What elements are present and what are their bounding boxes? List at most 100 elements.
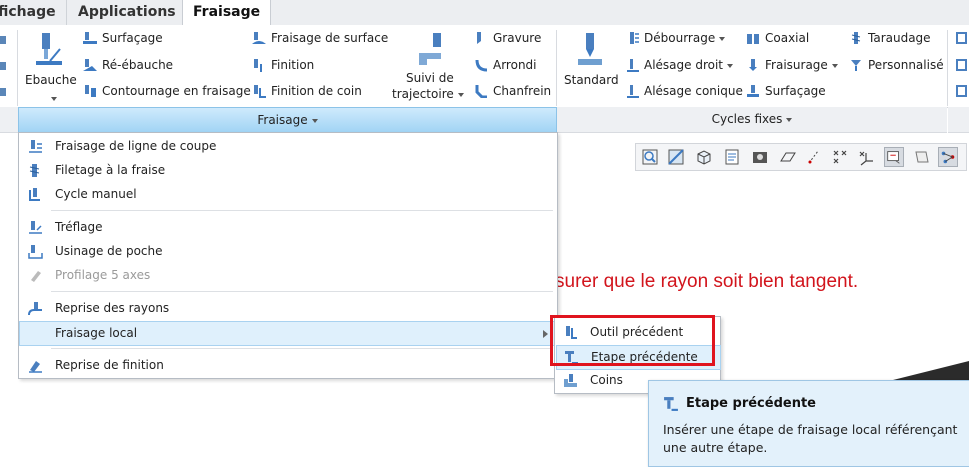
ribbon-panel: Ebauche Surfaçage Ré-ébauche Contournage… bbox=[0, 25, 969, 108]
partial-tool-icon[interactable] bbox=[0, 33, 14, 47]
coaxial-button[interactable]: Coaxial bbox=[765, 31, 809, 45]
chanfrein-button[interactable]: Chanfrein bbox=[493, 84, 551, 98]
chanfrein-icon bbox=[475, 85, 487, 98]
ribbon-separator bbox=[17, 30, 18, 106]
ribbon-separator-2 bbox=[556, 30, 557, 106]
suivi-trajectoire-button[interactable]: Suivi de trajectoire bbox=[392, 29, 464, 103]
ligne-coupe-icon bbox=[29, 140, 42, 153]
red-highlight-box bbox=[550, 315, 715, 366]
coaxial-icon bbox=[747, 34, 759, 44]
tooltip-body: Insérer une étape de fraisage local réfé… bbox=[663, 422, 958, 455]
fraisurage-button[interactable]: Fraisurage bbox=[765, 58, 838, 72]
cube-view-icon[interactable] bbox=[694, 147, 714, 167]
saved-views-icon[interactable] bbox=[722, 147, 742, 167]
standard-label: Standard bbox=[564, 73, 619, 87]
menu-item-fraisage-local[interactable]: Fraisage local bbox=[19, 321, 557, 346]
menu-separator bbox=[51, 210, 553, 211]
menu-label: Fraisage de ligne de coupe bbox=[55, 139, 217, 153]
coins-icon bbox=[564, 374, 577, 387]
suivi-label-2: trajectoire bbox=[392, 87, 464, 101]
personnalise-button[interactable]: Personnalisé bbox=[868, 58, 944, 72]
fraisurage-icon bbox=[749, 59, 757, 71]
menu-item-reprise-rayons[interactable]: Reprise des rayons bbox=[20, 297, 556, 320]
zoom-icon[interactable] bbox=[640, 147, 660, 167]
menu-item-reprise-finition[interactable]: Reprise de finition bbox=[20, 354, 556, 377]
refit-icon[interactable] bbox=[666, 147, 686, 167]
arrondi-icon bbox=[475, 59, 488, 72]
fraisage-surface-icon bbox=[252, 32, 266, 44]
reprise-rayons-icon bbox=[28, 302, 42, 316]
menu-label: Filetage à la fraise bbox=[55, 163, 166, 177]
display-style-icon[interactable] bbox=[750, 147, 770, 167]
contournage-button[interactable]: Contournage en fraisage bbox=[102, 84, 251, 98]
menu-item-cycle-manuel[interactable]: Cycle manuel bbox=[20, 183, 556, 206]
group-fraisage-dropdown[interactable]: Fraisage bbox=[18, 107, 557, 134]
tab-affichage[interactable]: fichage bbox=[0, 0, 67, 25]
overflow-tool-icon-2[interactable] bbox=[954, 58, 968, 72]
group-cycles-fixes-dropdown[interactable]: Cycles fixes bbox=[557, 107, 947, 133]
standard-icon bbox=[578, 33, 602, 65]
orient-mode-icon[interactable] bbox=[938, 147, 958, 167]
alesage-conique-icon bbox=[627, 85, 639, 98]
datum-axis-icon[interactable] bbox=[804, 147, 824, 167]
contournage-icon bbox=[85, 85, 96, 97]
taraudage-button[interactable]: Taraudage bbox=[868, 31, 931, 45]
datum-points-icon[interactable] bbox=[830, 147, 850, 167]
personnalise-icon bbox=[851, 60, 861, 71]
annotation-text: surer que le rayon soit bien tangent. bbox=[555, 271, 859, 292]
gravure-icon bbox=[477, 32, 481, 44]
submenu-label: Coins bbox=[590, 373, 623, 387]
tooltip-etape-precedente: Etape précédente Insérer une étape de fr… bbox=[648, 380, 969, 467]
alesage-droit-button[interactable]: Alésage droit bbox=[644, 58, 734, 72]
tab-fraisage[interactable]: Fraisage bbox=[182, 0, 272, 26]
overflow-tool-icon-3[interactable] bbox=[954, 84, 968, 98]
standard-button[interactable]: Standard bbox=[562, 29, 620, 99]
menu-item-filetage-fraise[interactable]: Filetage à la fraise bbox=[20, 159, 556, 182]
alesage-droit-icon bbox=[627, 59, 639, 72]
menu-item-treflage[interactable]: Tréflage bbox=[20, 216, 556, 239]
suivi-trajectoire-icon bbox=[419, 33, 441, 65]
submenu-arrow-icon bbox=[543, 330, 548, 338]
re-ebauche-button[interactable]: Ré-ébauche bbox=[102, 58, 173, 72]
reprise-finition-icon bbox=[29, 361, 42, 373]
annotation-display-icon[interactable] bbox=[884, 147, 904, 167]
ribbon-tab-bar: fichage Applications Fraisage bbox=[0, 0, 969, 26]
profilage-5-axes-icon bbox=[31, 271, 41, 282]
arrondi-button[interactable]: Arrondi bbox=[493, 58, 537, 72]
group-bar-left bbox=[0, 107, 18, 133]
coordinate-system-icon[interactable] bbox=[856, 147, 876, 167]
fraisage-dropdown-menu: Fraisage de ligne de coupe Filetage à la… bbox=[18, 132, 558, 379]
group-bar-right bbox=[948, 107, 969, 133]
menu-separator bbox=[51, 291, 553, 292]
suivi-label-1: Suivi de bbox=[406, 71, 454, 85]
taraudage-icon bbox=[851, 32, 861, 44]
partial-tool-icon-2[interactable] bbox=[0, 59, 14, 73]
surfacage-cycle-icon bbox=[747, 85, 759, 97]
menu-item-fraisage-ligne-coupe[interactable]: Fraisage de ligne de coupe bbox=[20, 135, 556, 158]
menu-item-profilage-5-axes: Profilage 5 axes bbox=[20, 264, 556, 287]
menu-label: Tréflage bbox=[55, 220, 103, 234]
usinage-poche-icon bbox=[28, 245, 43, 259]
surfacage-cycle-button[interactable]: Surfaçage bbox=[765, 84, 826, 98]
partial-tool-icon-3[interactable] bbox=[0, 85, 14, 99]
overflow-tool-icon[interactable] bbox=[954, 31, 968, 45]
surfacage-button[interactable]: Surfaçage bbox=[102, 31, 163, 45]
graphics-toolbar bbox=[635, 143, 967, 171]
ebauche-button[interactable]: Ebauche bbox=[22, 29, 78, 103]
spin-center-icon[interactable] bbox=[912, 147, 932, 167]
finition-coin-button[interactable]: Finition de coin bbox=[271, 84, 362, 98]
ebauche-icon bbox=[36, 33, 62, 65]
datum-plane-icon[interactable] bbox=[778, 147, 798, 167]
menu-label: Reprise de finition bbox=[55, 358, 164, 372]
gravure-button[interactable]: Gravure bbox=[493, 31, 541, 45]
menu-label: Reprise des rayons bbox=[55, 301, 170, 315]
treflage-icon bbox=[29, 221, 42, 234]
debourrage-button[interactable]: Débourrage bbox=[644, 31, 726, 45]
fraisage-surface-button[interactable]: Fraisage de surface bbox=[271, 31, 388, 45]
menu-label: Usinage de poche bbox=[55, 244, 163, 258]
finition-button[interactable]: Finition bbox=[271, 58, 314, 72]
menu-label: Fraisage local bbox=[55, 326, 138, 340]
tab-applications[interactable]: Applications bbox=[68, 0, 187, 25]
alesage-conique-button[interactable]: Alésage conique bbox=[644, 84, 743, 98]
menu-item-usinage-poche[interactable]: Usinage de poche bbox=[20, 240, 556, 263]
